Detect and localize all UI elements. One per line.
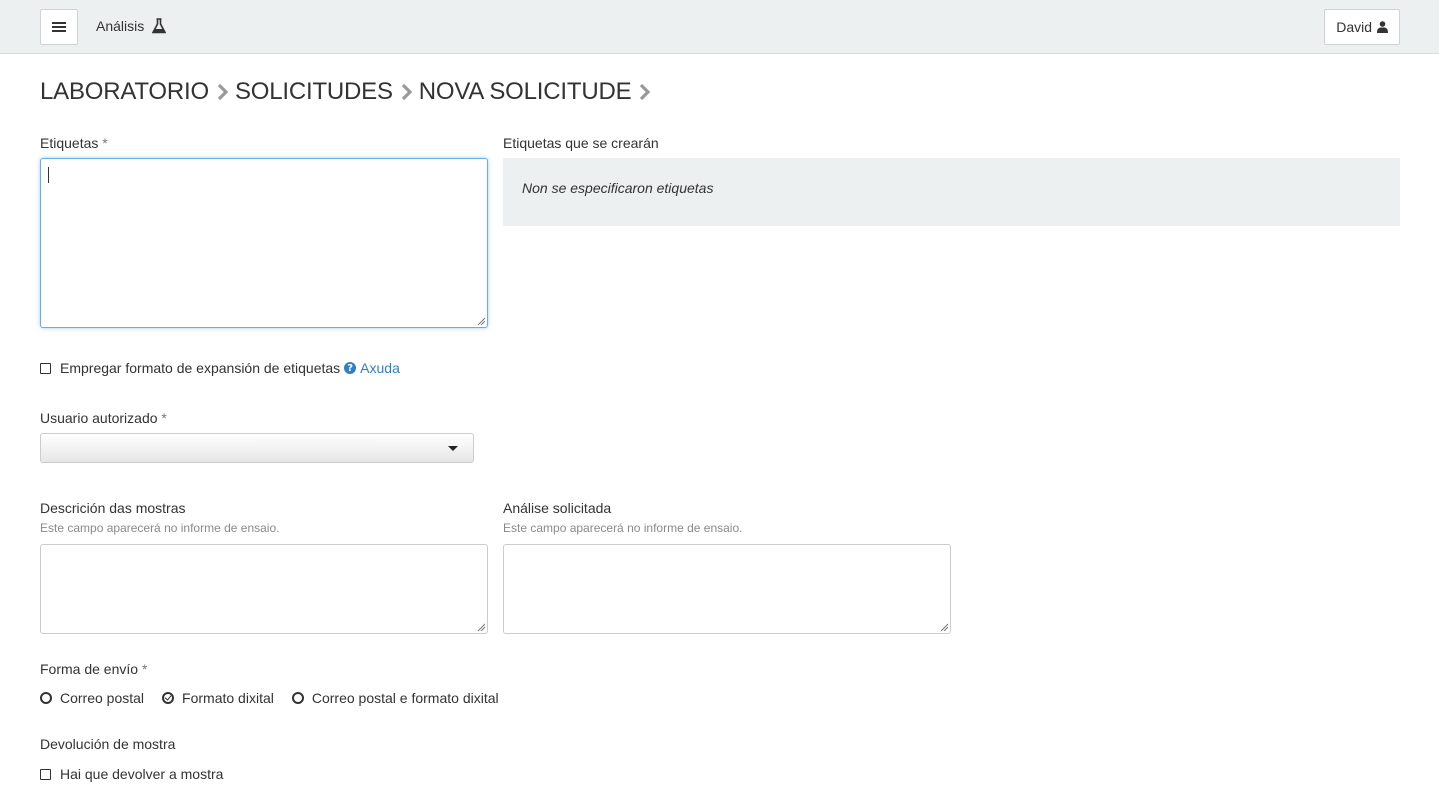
expansion-format-option: Empregar formato de expansión de etiquet…	[40, 360, 400, 376]
requested-analysis-textarea[interactable]	[503, 544, 951, 634]
app-title-link[interactable]: Análisis	[96, 18, 167, 34]
authorized-user-select[interactable]	[40, 433, 474, 463]
requested-analysis-help: Este campo aparecerá no informe de ensai…	[503, 521, 743, 535]
authorized-user-label: Usuario autorizado *	[40, 410, 167, 426]
user-name: David	[1336, 19, 1372, 35]
radio-correo-postal-e-formato-dixital[interactable]: Correo postal e formato dixital	[291, 690, 499, 706]
help-link[interactable]: ? Axuda	[344, 360, 400, 376]
chevron-right-icon	[217, 83, 229, 101]
radio-formato-dixital[interactable]: Formato dixital	[162, 690, 274, 706]
menu-toggle-button[interactable]	[40, 9, 78, 45]
delivery-method-options: Correo postal Formato dixital Correo pos…	[40, 690, 517, 706]
required-mark: *	[141, 661, 148, 677]
sample-return-label: Devolución de mostra	[40, 736, 176, 752]
sample-return-option: Hai que devolver a mostra	[40, 766, 223, 782]
top-navbar: Análisis David	[0, 0, 1439, 54]
chevron-right-icon	[639, 83, 651, 101]
labels-preview-empty-text: Non se especificaron etiquetas	[522, 180, 714, 196]
question-circle-icon: ?	[344, 362, 357, 374]
expansion-format-label[interactable]: Empregar formato de expansión de etiquet…	[60, 360, 340, 376]
sample-return-checkbox-label[interactable]: Hai que devolver a mostra	[60, 766, 223, 782]
radio-checked-icon[interactable]	[162, 692, 175, 704]
flask-icon	[152, 18, 167, 34]
radio-unchecked-icon[interactable]	[291, 692, 304, 704]
app-title-text: Análisis	[96, 18, 145, 34]
breadcrumb-item-solicitudes[interactable]: SOLICITUDES	[235, 78, 393, 106]
hamburger-icon	[52, 22, 66, 32]
required-mark: *	[102, 135, 108, 151]
samples-description-textarea[interactable]	[40, 544, 488, 634]
samples-description-label: Descrición das mostras	[40, 500, 186, 516]
samples-description-help: Este campo aparecerá no informe de ensai…	[40, 521, 280, 535]
requested-analysis-label: Análise solicitada	[503, 500, 612, 516]
user-menu-button[interactable]: David	[1324, 9, 1400, 45]
help-link-label[interactable]: Axuda	[360, 360, 400, 376]
chevron-right-icon	[401, 83, 413, 101]
labels-field-label: Etiquetas *	[40, 135, 108, 151]
resize-grip-icon[interactable]	[477, 623, 485, 631]
text-caret	[48, 167, 49, 183]
user-icon	[1377, 21, 1388, 33]
resize-grip-icon[interactable]	[940, 623, 948, 631]
radio-unchecked-icon[interactable]	[40, 692, 52, 704]
caret-down-icon	[448, 446, 458, 451]
radio-correo-postal[interactable]: Correo postal	[40, 690, 144, 706]
labels-preview-label: Etiquetas que se crearán	[503, 135, 659, 151]
labels-preview-panel: Non se especificaron etiquetas	[503, 158, 1400, 226]
required-mark: *	[161, 410, 167, 426]
expansion-format-checkbox[interactable]	[40, 362, 51, 374]
delivery-method-label: Forma de envío *	[40, 661, 148, 677]
labels-textarea[interactable]	[40, 158, 488, 328]
breadcrumb-item-laboratorio[interactable]: LABORATORIO	[40, 78, 209, 106]
breadcrumb-item-nova-solicitude: NOVA SOLICITUDE	[418, 78, 632, 105]
resize-grip-icon[interactable]	[477, 317, 485, 325]
breadcrumb: LABORATORIO SOLICITUDES NOVA SOLICITUDE	[40, 78, 657, 106]
sample-return-checkbox[interactable]	[40, 768, 51, 780]
